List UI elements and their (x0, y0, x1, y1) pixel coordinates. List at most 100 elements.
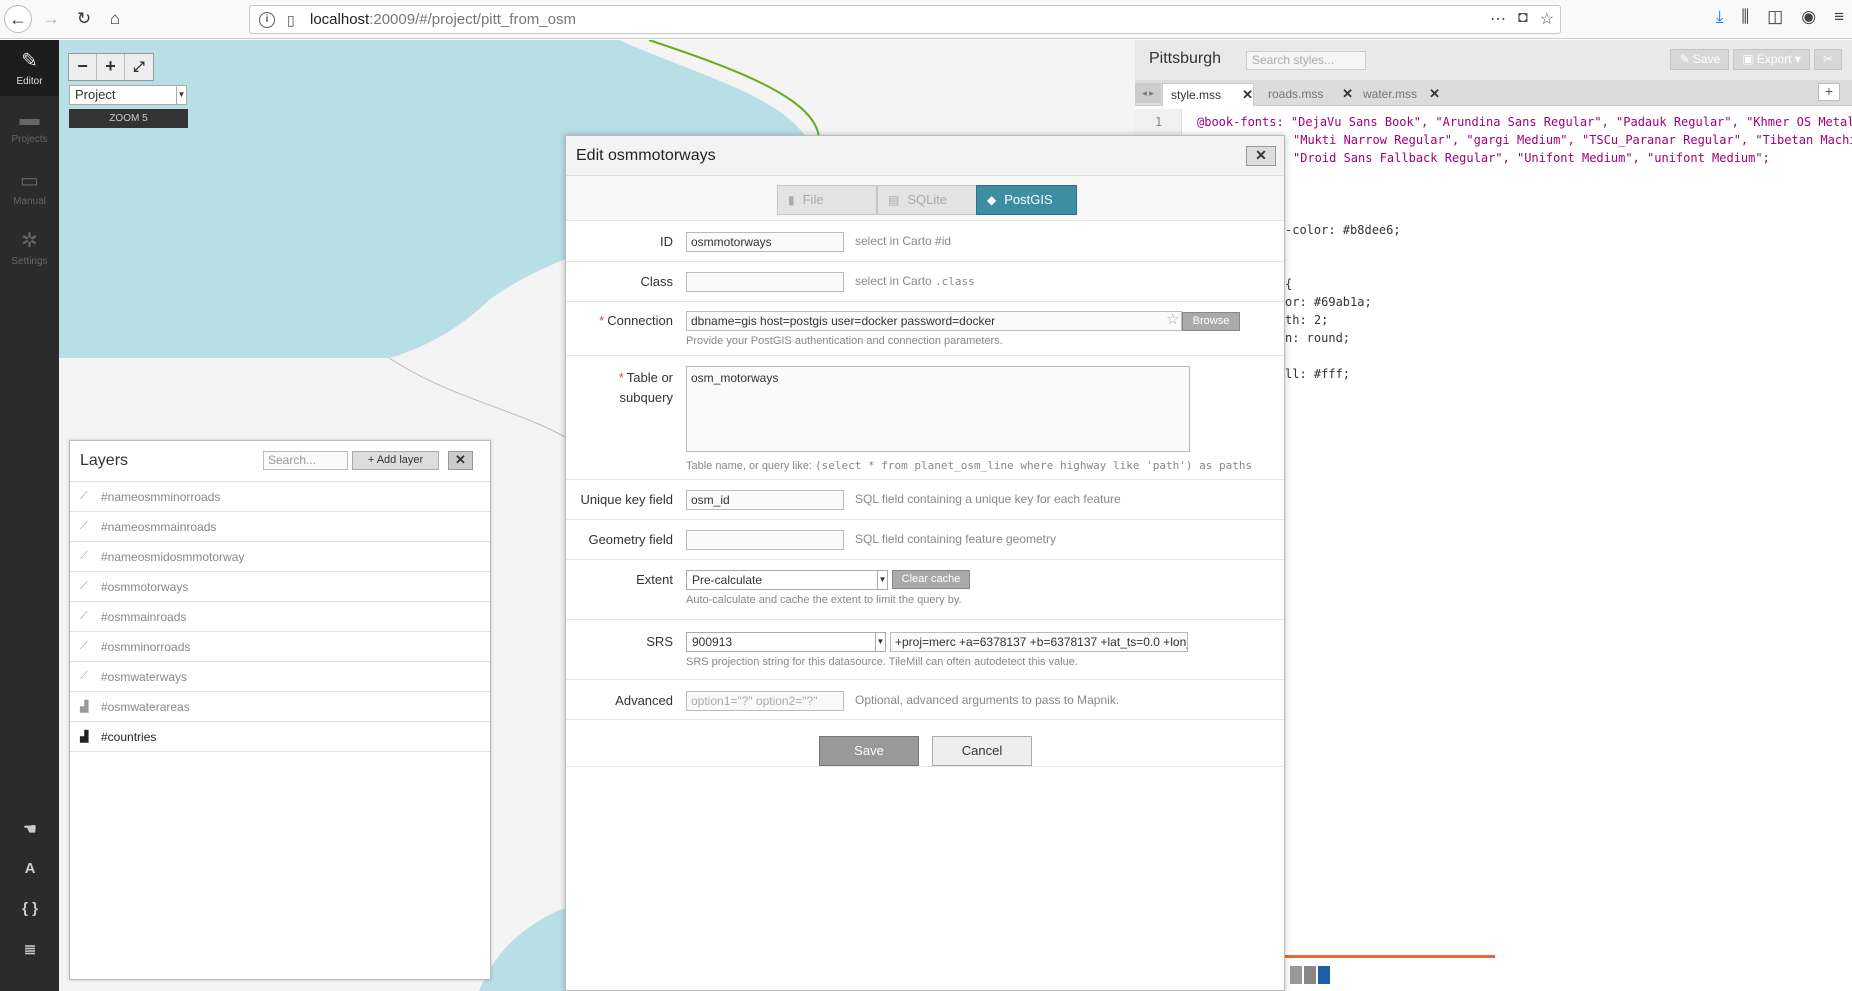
layer-row[interactable]: ⟋ #nameosmminorroads (70, 482, 490, 512)
add-layer-button[interactable]: + Add layer (352, 451, 439, 470)
layer-name: #nameosmminorroads (101, 490, 221, 504)
font-tool-icon[interactable]: A (20, 860, 40, 884)
class-field[interactable] (686, 272, 844, 292)
zoom-in-button[interactable]: + (97, 54, 125, 80)
fullscreen-button[interactable]: ⤢ (125, 54, 153, 80)
reload-button[interactable]: ↻ (71, 6, 97, 32)
styles-search-input[interactable]: Search styles... (1246, 51, 1366, 70)
zoom-out-button[interactable]: − (69, 54, 97, 80)
tab-label: SQLite (907, 192, 948, 207)
layers-close-button[interactable]: ✕ (448, 451, 473, 470)
geometry-field[interactable] (686, 530, 844, 550)
tab-water-mss[interactable]: water.mss ✕ (1355, 83, 1440, 106)
project-settings-button[interactable]: ✂ (1813, 49, 1842, 70)
chevron-down-icon: ▾ (1794, 52, 1801, 66)
srs-select[interactable]: 900913 ▼ (686, 632, 886, 652)
swatch[interactable] (1304, 966, 1316, 984)
tab-postgis[interactable]: ◆ PostGIS (976, 185, 1077, 215)
hand-tool-icon[interactable]: ☚ (20, 820, 40, 844)
carto-tool-icon[interactable]: { } (20, 900, 40, 924)
layer-row[interactable]: ⟋ #osmmotorways (70, 572, 490, 602)
gear-icon: ✲ (21, 230, 38, 252)
line-layer-icon: ⟋ (80, 550, 88, 562)
id-field[interactable]: osmmotorways (686, 232, 844, 252)
code-line: { (1285, 277, 1293, 291)
favorite-star-icon[interactable]: ☆ (1166, 310, 1179, 328)
browse-button[interactable]: Browse (1182, 312, 1240, 331)
layer-name: #osmmotorways (101, 580, 189, 594)
layer-name: #countries (101, 730, 157, 744)
save-style-button[interactable]: ✎ Save (1670, 49, 1730, 70)
srs-string-field[interactable]: +proj=merc +a=6378137 +b=6378137 +lat_ts… (890, 632, 1188, 652)
info-icon[interactable]: i (259, 12, 275, 28)
arrow-left-icon: ← (9, 8, 27, 29)
layer-row[interactable]: ⟋ #nameosmidosmmotorway (70, 542, 490, 572)
connection-field[interactable]: dbname=gis host=postgis user=docker pass… (686, 311, 1182, 331)
sidebar-icon[interactable]: ◫ (1767, 7, 1783, 27)
extent-select[interactable]: Pre-calculate ▼ (686, 570, 888, 590)
layer-row[interactable]: ⟋ #nameosmmainroads (70, 512, 490, 542)
download-icon[interactable]: ⤓ (1716, 7, 1724, 27)
library-icon[interactable]: ⫼ (1741, 7, 1749, 27)
table-label: * Table or subquery (563, 368, 673, 408)
layers-tool-icon[interactable]: ≣ (20, 940, 40, 964)
code-line: -color: #b8dee6; (1285, 223, 1401, 237)
layer-row[interactable]: ▟ #osmwaterareas (70, 692, 490, 722)
sidebar-item-manual[interactable]: ▭ Manual (0, 160, 59, 216)
layers-title: Layers (80, 452, 129, 469)
tab-file[interactable]: ▮ File (777, 185, 877, 215)
pencil-icon: ✎ (1679, 52, 1693, 66)
close-icon[interactable]: ✕ (1342, 83, 1353, 105)
editor-header: Pittsburgh Search styles... ✎ Save ▣ Exp… (1135, 40, 1852, 80)
advanced-field[interactable]: option1="?" option2="?" (686, 691, 844, 711)
close-icon[interactable]: ✕ (1242, 84, 1253, 106)
url-text[interactable]: localhost:20009/#/project/pitt_from_osm (310, 11, 576, 28)
project-select[interactable]: Project ▼ (69, 85, 187, 105)
layer-row[interactable]: ⟋ #osmwaterways (70, 662, 490, 692)
menu-icon[interactable]: ≡ (1834, 7, 1844, 27)
chevron-down-icon: ▼ (176, 86, 186, 104)
sidebar-item-settings[interactable]: ✲ Settings (0, 220, 59, 276)
geometry-label: Geometry field (588, 532, 673, 547)
layers-header: Layers Search... + Add layer ✕ (70, 441, 490, 482)
tab-roads-mss[interactable]: roads.mss ✕ (1260, 83, 1353, 106)
cancel-button[interactable]: Cancel (932, 736, 1032, 766)
save-button[interactable]: Save (819, 736, 919, 766)
datasource-tabs: ▮ File ▤ SQLite ◆ PostGIS (566, 176, 1284, 221)
unique-key-field[interactable]: osm_id (686, 490, 844, 510)
layers-search-input[interactable]: Search... (263, 451, 348, 470)
export-button[interactable]: ▣ Export ▾ (1733, 49, 1810, 70)
table-hint-text: Table name, or query like: (686, 460, 812, 472)
sidebar-item-editor[interactable]: ✎ Editor (0, 40, 59, 96)
extent-hint: Auto-calculate and cache the extent to l… (686, 594, 962, 606)
tab-scroll-arrows[interactable]: ◂ ▸ (1135, 83, 1161, 103)
pocket-icon[interactable]: ◘ (1518, 9, 1528, 29)
home-button[interactable]: ⌂ (102, 6, 128, 32)
layer-row[interactable]: ⟋ #osmmainroads (70, 602, 490, 632)
tab-sqlite[interactable]: ▤ SQLite (877, 185, 977, 215)
swatch[interactable] (1290, 966, 1302, 984)
bookmark-star-icon[interactable]: ☆ (1540, 9, 1554, 29)
account-icon[interactable]: ◉ (1801, 7, 1816, 27)
extent-select-value: Pre-calculate (692, 573, 763, 587)
polygon-layer-icon: ▟ (80, 731, 89, 743)
clear-cache-button[interactable]: Clear cache (892, 570, 970, 589)
add-stylesheet-button[interactable]: + (1818, 83, 1840, 101)
extent-row: Extent Pre-calculate ▼ Clear cache Auto-… (566, 560, 1284, 620)
sidebar-item-projects[interactable]: ▬ Projects (0, 100, 59, 156)
home-icon: ⌂ (109, 9, 121, 28)
page-actions-icon[interactable]: ⋯ (1490, 9, 1506, 29)
back-button[interactable]: ← (4, 5, 32, 33)
tab-style-mss[interactable]: style.mss ✕ (1162, 83, 1254, 106)
url-bar[interactable]: i ▯ localhost:20009/#/project/pitt_from_… (249, 5, 1561, 34)
line-layer-icon: ⟋ (80, 670, 88, 682)
unique-key-hint: SQL field containing a unique key for ea… (855, 492, 1121, 506)
close-icon[interactable]: ✕ (1429, 83, 1440, 105)
layer-row[interactable]: ⟋ #osmminorroads (70, 632, 490, 662)
plus-icon: + (367, 454, 377, 466)
swatch[interactable] (1318, 966, 1330, 984)
layer-row[interactable]: ▟ #countries (70, 722, 490, 752)
table-textarea[interactable]: osm_motorways (686, 366, 1190, 452)
dialog-close-button[interactable]: ✕ (1246, 146, 1276, 166)
forward-button[interactable]: → (38, 6, 64, 32)
